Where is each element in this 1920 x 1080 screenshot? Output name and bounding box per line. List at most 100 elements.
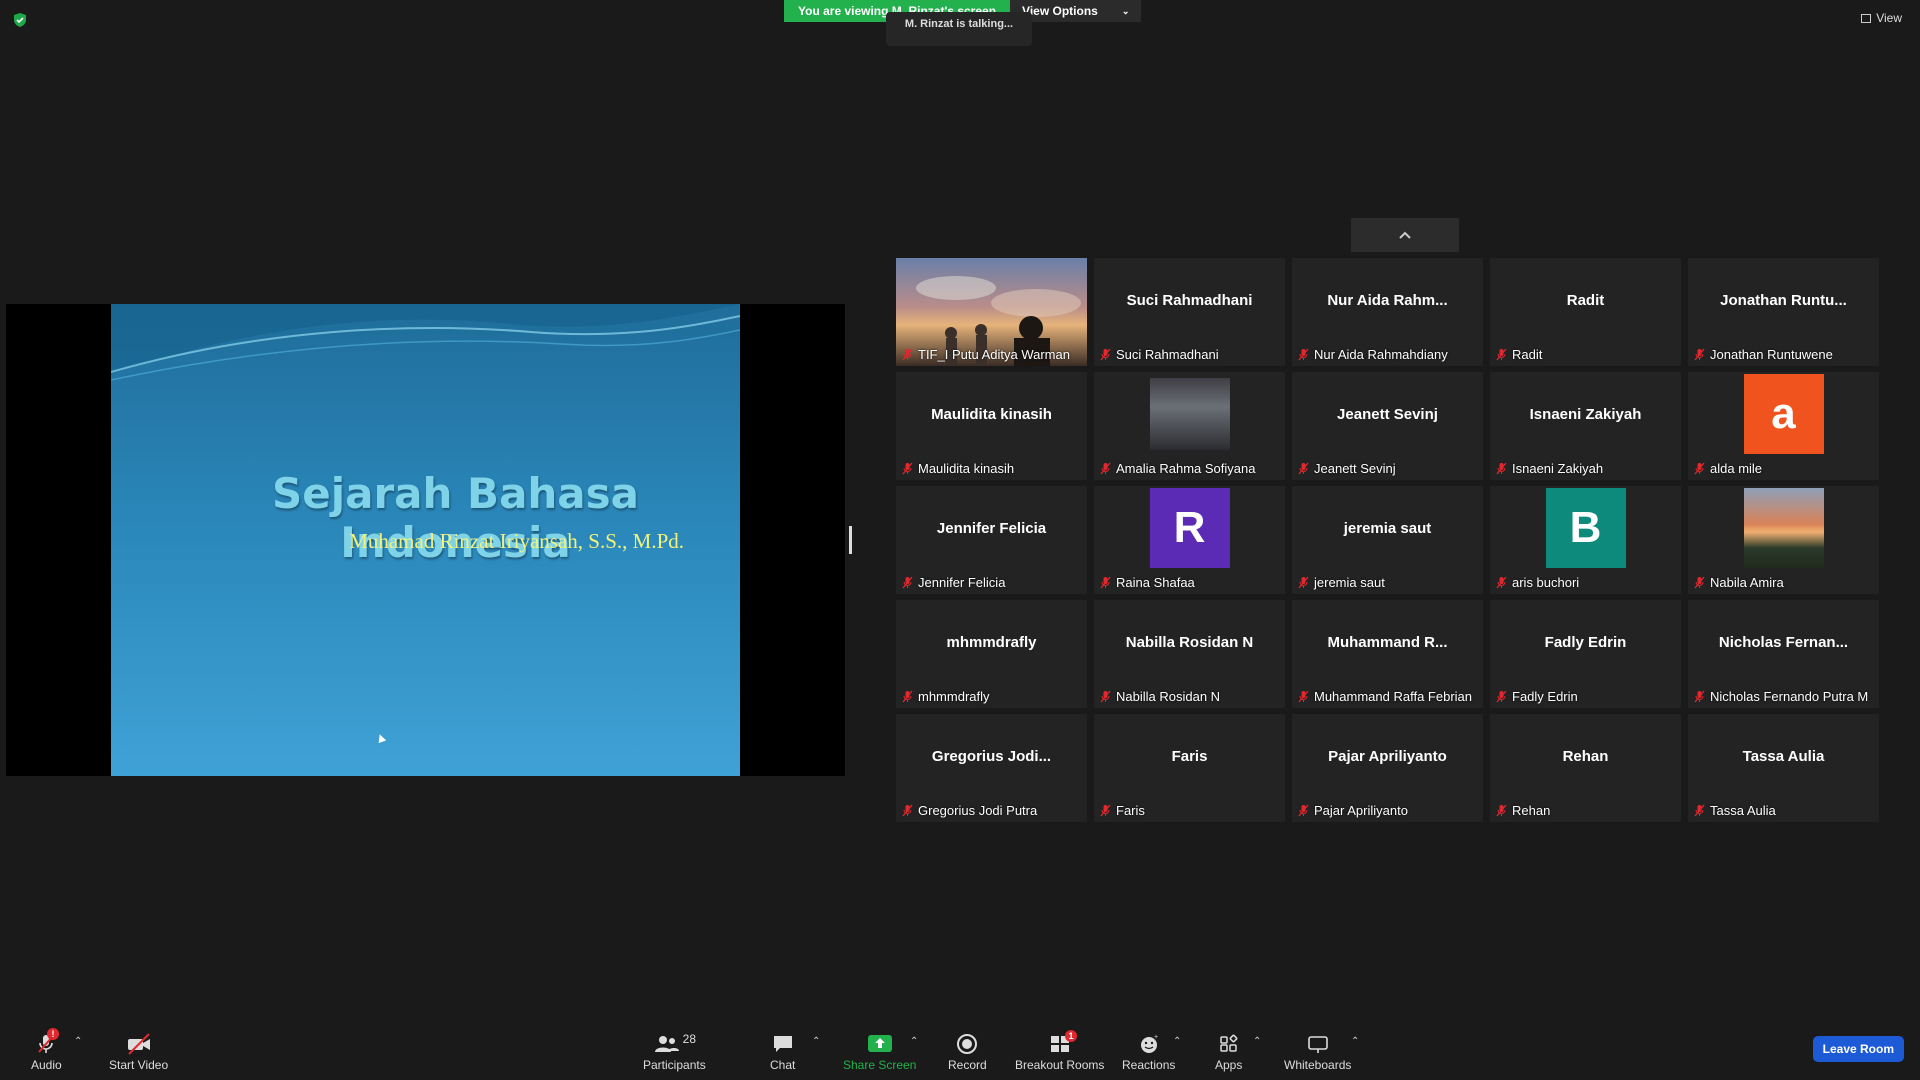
muted-microphone-icon xyxy=(1100,348,1111,361)
security-shield-icon[interactable] xyxy=(12,12,28,28)
participant-tile[interactable]: Jennifer Felicia Jennifer Felicia xyxy=(896,486,1087,594)
muted-microphone-icon xyxy=(1298,690,1309,703)
participant-name-bar: alda mile xyxy=(1694,461,1762,476)
participant-name-bar: Jennifer Felicia xyxy=(902,575,1005,590)
audio-options-caret-icon[interactable]: ⌃ xyxy=(74,1036,82,1047)
participant-name-label: Nicholas Fernando Putra M xyxy=(1710,689,1869,704)
participant-tile[interactable]: Isnaeni Zakiyah Isnaeni Zakiyah xyxy=(1490,372,1681,480)
whiteboard-icon xyxy=(1306,1032,1330,1056)
start-video-label: Start Video xyxy=(109,1058,169,1072)
muted-microphone-icon xyxy=(1694,804,1705,817)
muted-microphone-icon xyxy=(1496,576,1507,589)
participant-tile[interactable]: TIF_I Putu Aditya Warman xyxy=(896,258,1087,366)
participant-display-name: Suci Rahmadhani xyxy=(1126,291,1253,309)
participant-display-name: mhmmdrafly xyxy=(946,633,1037,651)
participant-name-label: mhmmdrafly xyxy=(918,689,990,704)
participant-tile[interactable]: Faris Faris xyxy=(1094,714,1285,822)
start-video-button[interactable]: Start Video xyxy=(109,1032,168,1072)
participant-name-label: Fadly Edrin xyxy=(1512,689,1578,704)
muted-microphone-icon xyxy=(1298,348,1309,361)
participant-tile[interactable]: Radit Radit xyxy=(1490,258,1681,366)
participant-tile[interactable]: Tassa Aulia Tassa Aulia xyxy=(1688,714,1879,822)
audio-label: Audio xyxy=(31,1058,62,1072)
participant-name-label: TIF_I Putu Aditya Warman xyxy=(918,347,1070,362)
record-label: Record xyxy=(948,1058,987,1072)
participant-tile[interactable]: jeremia saut jeremia saut xyxy=(1292,486,1483,594)
svg-text:+: + xyxy=(1154,1034,1158,1041)
muted-microphone-icon xyxy=(902,576,913,589)
participant-tile[interactable]: Gregorius Jodi... Gregorius Jodi Putra xyxy=(896,714,1087,822)
audio-button[interactable]: Audio ! xyxy=(31,1028,62,1072)
leave-room-button[interactable]: Leave Room xyxy=(1812,1036,1904,1062)
participant-name-label: Raina Shafaa xyxy=(1116,575,1195,590)
participant-tile[interactable]: Rehan Rehan xyxy=(1490,714,1681,822)
whiteboards-button[interactable]: Whiteboards xyxy=(1284,1032,1351,1072)
participant-display-name: Fadly Edrin xyxy=(1544,633,1627,651)
participant-display-name: Muhammand R... xyxy=(1327,633,1448,651)
participant-tile[interactable]: a alda mile xyxy=(1688,372,1879,480)
muted-microphone-icon xyxy=(1100,690,1111,703)
participant-tile[interactable]: Nabila Amira xyxy=(1688,486,1879,594)
shared-screen[interactable]: Sejarah Bahasa Indonesia Muhamad Rinzat … xyxy=(6,304,845,776)
share-screen-icon xyxy=(867,1032,893,1056)
participant-name-label: aris buchori xyxy=(1512,575,1580,590)
participant-display-name: Rehan xyxy=(1562,747,1609,765)
participant-tile[interactable]: Nur Aida Rahm... Nur Aida Rahmahdiany xyxy=(1292,258,1483,366)
gallery-previous-page-button[interactable] xyxy=(1351,218,1459,252)
participant-tile[interactable]: Nabilla Rosidan N Nabilla Rosidan N xyxy=(1094,600,1285,708)
participant-name-label: Suci Rahmadhani xyxy=(1116,347,1219,362)
apps-options-caret-icon[interactable]: ⌃ xyxy=(1253,1036,1261,1047)
participants-button[interactable]: 28 Participants xyxy=(643,1032,706,1072)
participant-name-bar: TIF_I Putu Aditya Warman xyxy=(902,347,1070,362)
participant-tile[interactable]: Fadly Edrin Fadly Edrin xyxy=(1490,600,1681,708)
view-button[interactable]: View xyxy=(1861,11,1902,25)
participant-tile[interactable]: Nicholas Fernan... Nicholas Fernando Putr… xyxy=(1688,600,1879,708)
grid-view-icon xyxy=(1861,13,1872,23)
apps-label: Apps xyxy=(1215,1058,1243,1072)
whiteboards-options-caret-icon[interactable]: ⌃ xyxy=(1351,1036,1359,1047)
participant-tile[interactable]: Pajar Apriliyanto Pajar Apriliyanto xyxy=(1292,714,1483,822)
participant-tile[interactable]: Maulidita kinasih Maulidita kinasih xyxy=(896,372,1087,480)
participant-tile[interactable]: Amalia Rahma Sofiyana xyxy=(1094,372,1285,480)
chat-button[interactable]: Chat xyxy=(770,1032,795,1072)
participant-name-label: Muhammand Raffa Febrian xyxy=(1314,689,1473,704)
share-screen-options-caret-icon[interactable]: ⌃ xyxy=(910,1036,918,1047)
participant-name-label: Gregorius Jodi Putra xyxy=(918,803,1038,818)
reactions-options-caret-icon[interactable]: ⌃ xyxy=(1173,1036,1181,1047)
participant-tile[interactable]: Jeanett Sevinj Jeanett Sevinj xyxy=(1292,372,1483,480)
apps-button[interactable]: Apps xyxy=(1215,1032,1242,1072)
reactions-button[interactable]: + Reactions xyxy=(1122,1032,1175,1072)
muted-microphone-icon xyxy=(1496,690,1507,703)
meeting-toolbar: Audio ! ⌃ Start Video 28 Participants Ch… xyxy=(0,1018,1920,1080)
muted-microphone-icon xyxy=(902,462,913,475)
split-view-divider-handle[interactable] xyxy=(849,526,852,554)
breakout-rooms-button[interactable]: Breakout Rooms 1 xyxy=(1015,1030,1104,1072)
participants-count: 28 xyxy=(682,1032,697,1046)
muted-microphone-icon xyxy=(902,690,913,703)
participant-tile[interactable]: Jonathan Runtu... Jonathan Runtuwene xyxy=(1688,258,1879,366)
view-options-label: View Options xyxy=(1022,4,1098,18)
muted-microphone-icon xyxy=(1496,462,1507,475)
participant-name-bar: Tassa Aulia xyxy=(1694,803,1776,818)
participants-icon xyxy=(654,1036,679,1052)
participant-photo-area xyxy=(1688,486,1879,570)
participant-display-name: Radit xyxy=(1566,291,1605,309)
chat-options-caret-icon[interactable]: ⌃ xyxy=(812,1036,820,1047)
share-screen-button[interactable]: Share Screen xyxy=(843,1032,916,1072)
muted-microphone-icon xyxy=(1496,348,1507,361)
participant-name-label: Faris xyxy=(1116,803,1145,818)
participant-avatar-area: a xyxy=(1688,372,1879,456)
smiley-icon: + xyxy=(1138,1032,1160,1056)
participant-tile[interactable]: mhmmdrafly mhmmdrafly xyxy=(896,600,1087,708)
muted-microphone-icon xyxy=(1694,462,1705,475)
participant-tile[interactable]: R Raina Shafaa xyxy=(1094,486,1285,594)
talking-indicator: M. Rinzat is talking... xyxy=(886,12,1032,46)
participant-tile[interactable]: Suci Rahmadhani Suci Rahmadhani xyxy=(1094,258,1285,366)
participant-display-name: Nicholas Fernan... xyxy=(1718,633,1849,651)
participant-name-label: Maulidita kinasih xyxy=(918,461,1015,476)
participant-name-bar: Fadly Edrin xyxy=(1496,689,1578,704)
record-button[interactable]: Record xyxy=(948,1032,987,1072)
participant-name-bar: Gregorius Jodi Putra xyxy=(902,803,1037,818)
participant-tile[interactable]: Muhammand R... Muhammand Raffa Febrian xyxy=(1292,600,1483,708)
participant-tile[interactable]: Baris buchori xyxy=(1490,486,1681,594)
